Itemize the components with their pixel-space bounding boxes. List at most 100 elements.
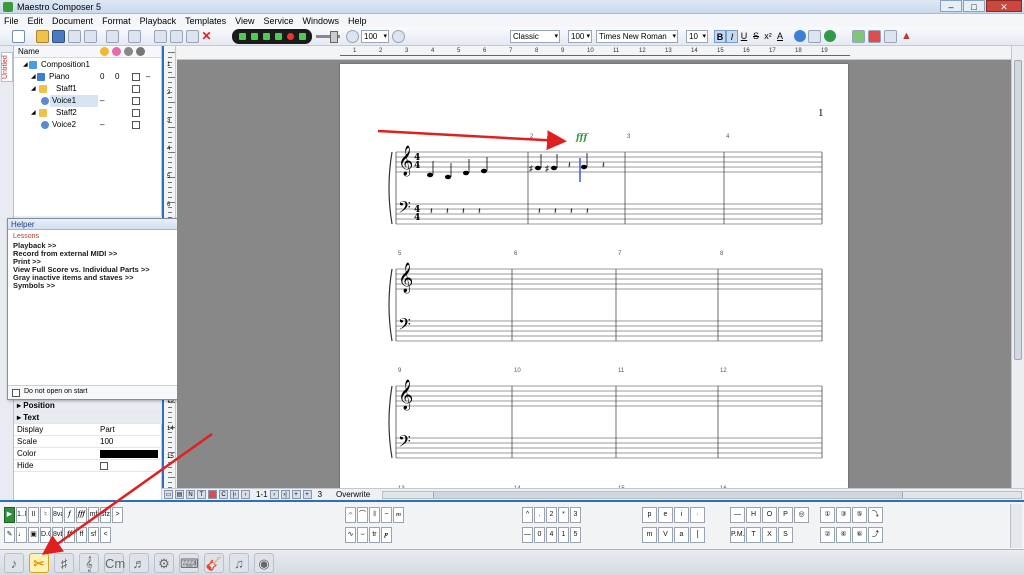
palette-symbol-button[interactable]: * [558, 507, 569, 523]
palette-symbol-button[interactable]: 0 [534, 527, 545, 543]
prop-color[interactable]: Color [14, 448, 162, 460]
palette-symbol-button[interactable]: ff [76, 527, 87, 543]
palette-symbol-button[interactable]: ⤴ [868, 527, 883, 543]
strikethrough-button[interactable]: S [750, 30, 762, 43]
palette-symbol-button[interactable]: 8va [52, 507, 63, 523]
web-icon[interactable] [824, 30, 836, 42]
print-icon[interactable] [68, 30, 81, 43]
prop-group-text[interactable]: ▸ Text [14, 412, 162, 424]
palette-symbol-button[interactable]: 3 [570, 507, 581, 523]
palette-symbol-button[interactable]: X [762, 527, 777, 543]
palette-tab[interactable]: ◉ [254, 553, 274, 573]
palette-symbol-button[interactable]: ③ [836, 507, 851, 523]
paste-icon[interactable] [186, 30, 199, 43]
tree-checkbox[interactable] [132, 85, 140, 93]
prop-display[interactable]: Display Part [14, 424, 162, 436]
view-red-icon[interactable] [208, 490, 217, 499]
palette-symbol-button[interactable]: 1..N [16, 507, 27, 523]
palette-scrollbar[interactable] [1010, 504, 1022, 548]
palette-symbol-button[interactable]: 8vb [52, 527, 63, 543]
vertical-scrollbar[interactable] [1011, 46, 1024, 488]
new-document-icon[interactable] [12, 30, 25, 43]
palette-symbol-button[interactable]: tr [369, 527, 380, 543]
hide-icon[interactable] [136, 47, 145, 56]
play-icon[interactable] [250, 33, 258, 40]
horizontal-scrollbar[interactable] [382, 491, 1022, 499]
palette-symbol-button[interactable]: T [746, 527, 761, 543]
palette-symbol-button[interactable]: 1 [558, 527, 569, 543]
tree-item-voice2[interactable]: Voice2 – [14, 119, 162, 131]
palette-tab[interactable]: ♪ [4, 553, 24, 573]
tree-item-piano[interactable]: ◢ Piano 0 0 – [14, 71, 162, 83]
palette-symbol-button[interactable]: D.C. [40, 527, 51, 543]
view-scroll-icon[interactable]: ▤ [175, 490, 184, 499]
menu-playback[interactable]: Playback [136, 16, 182, 26]
tree-item-staff2[interactable]: ◢ Staff2 [14, 107, 162, 119]
palette-symbol-button[interactable]: [ [690, 527, 705, 543]
palette-symbol-button[interactable]: < [100, 527, 111, 543]
minimize-button[interactable]: – [940, 0, 962, 12]
tree-checkbox[interactable] [132, 73, 140, 81]
palette-symbol-button[interactable]: H [746, 507, 761, 523]
palette-symbol-button[interactable]: ^ [522, 507, 533, 523]
prev-page-icon[interactable]: ‹ [241, 490, 250, 499]
tree-item-staff1[interactable]: ◢ Staff1 [14, 83, 162, 95]
palette-symbol-button[interactable]: ⌒ [357, 507, 368, 523]
palette-symbol-button[interactable]: ⑤ [852, 507, 867, 523]
properties-icon[interactable] [808, 30, 821, 43]
tree-checkbox[interactable] [132, 97, 140, 105]
menu-view[interactable]: View [231, 16, 259, 26]
palette-symbol-button[interactable]: 5 [570, 527, 581, 543]
palette-symbol-button[interactable]: 𝆏 [381, 527, 392, 543]
palette-symbol-button[interactable]: ∿ [345, 527, 356, 543]
view-page-icon[interactable]: ▭ [164, 490, 173, 499]
undo-icon[interactable] [106, 30, 119, 43]
palette-symbol-button[interactable]: m [642, 527, 657, 543]
help-icon[interactable] [794, 30, 806, 42]
wave-icon[interactable] [884, 30, 897, 43]
close-button[interactable]: ✕ [986, 0, 1022, 12]
palette-symbol-button[interactable]: a [674, 527, 689, 543]
menu-format[interactable]: Format [98, 16, 136, 26]
palette-symbol-button[interactable]: ~ [381, 507, 392, 523]
palette-symbol-button[interactable]: 4 [546, 527, 557, 543]
palette-tab[interactable]: ♬ [129, 553, 149, 573]
tree-item-voice1[interactable]: Voice1 – [14, 95, 162, 107]
palette-symbol-button[interactable]: ♩ [16, 527, 27, 543]
add-measure-icon[interactable]: + [302, 490, 312, 499]
mute-icon[interactable] [124, 47, 133, 56]
playback-mode-icon[interactable] [852, 30, 865, 43]
pen-icon[interactable] [100, 47, 109, 56]
underline-button[interactable]: U [738, 30, 750, 43]
palette-symbol-button[interactable]: sfz [100, 507, 111, 523]
view-c-icon[interactable]: C [219, 490, 228, 499]
palette-symbol-button[interactable]: V [658, 527, 673, 543]
palette-symbol-button[interactable]: ⌣ [357, 527, 368, 543]
prop-group-position[interactable]: ▸ Position [14, 400, 162, 412]
palette-symbol-button[interactable]: ② [820, 527, 835, 543]
palette-symbol-button[interactable]: 𝆐 [393, 507, 404, 523]
zoom-in-icon[interactable] [392, 30, 405, 43]
palette-symbol-button[interactable]: e [658, 507, 673, 523]
text-color-button[interactable]: A [774, 30, 786, 43]
tree-checkbox[interactable] [132, 121, 140, 129]
redo-icon[interactable] [128, 30, 141, 43]
palette-symbol-button[interactable]: P [778, 507, 793, 523]
next-page-icon[interactable]: › [269, 490, 279, 499]
prop-hide[interactable]: Hide [14, 460, 162, 472]
score-notation[interactable]: 𝄞𝄢234𝄞𝄢5678𝄞𝄢9101112𝄞131415164444♯♯𝄽𝄽𝄽𝄽𝄽… [340, 64, 848, 488]
save-icon[interactable] [52, 30, 65, 43]
palette-symbol-button[interactable]: ① [820, 507, 835, 523]
palette-symbol-button[interactable]: 𝆑𝆑𝆑 [76, 507, 87, 523]
zoom-out-icon[interactable] [346, 30, 359, 43]
record-mode-icon[interactable] [868, 30, 881, 43]
palette-symbol-button[interactable]: ♮ [40, 507, 51, 523]
vertical-scroll-thumb[interactable] [1014, 60, 1022, 360]
superscript-button[interactable]: x² [762, 30, 774, 43]
palette-symbol-button[interactable]: O [762, 507, 777, 523]
hide-checkbox[interactable] [100, 462, 108, 470]
menu-file[interactable]: File [0, 16, 24, 26]
style-select[interactable]: Classic [510, 30, 560, 43]
palette-symbol-button[interactable]: ⑥ [852, 527, 867, 543]
menu-document[interactable]: Document [48, 16, 98, 26]
